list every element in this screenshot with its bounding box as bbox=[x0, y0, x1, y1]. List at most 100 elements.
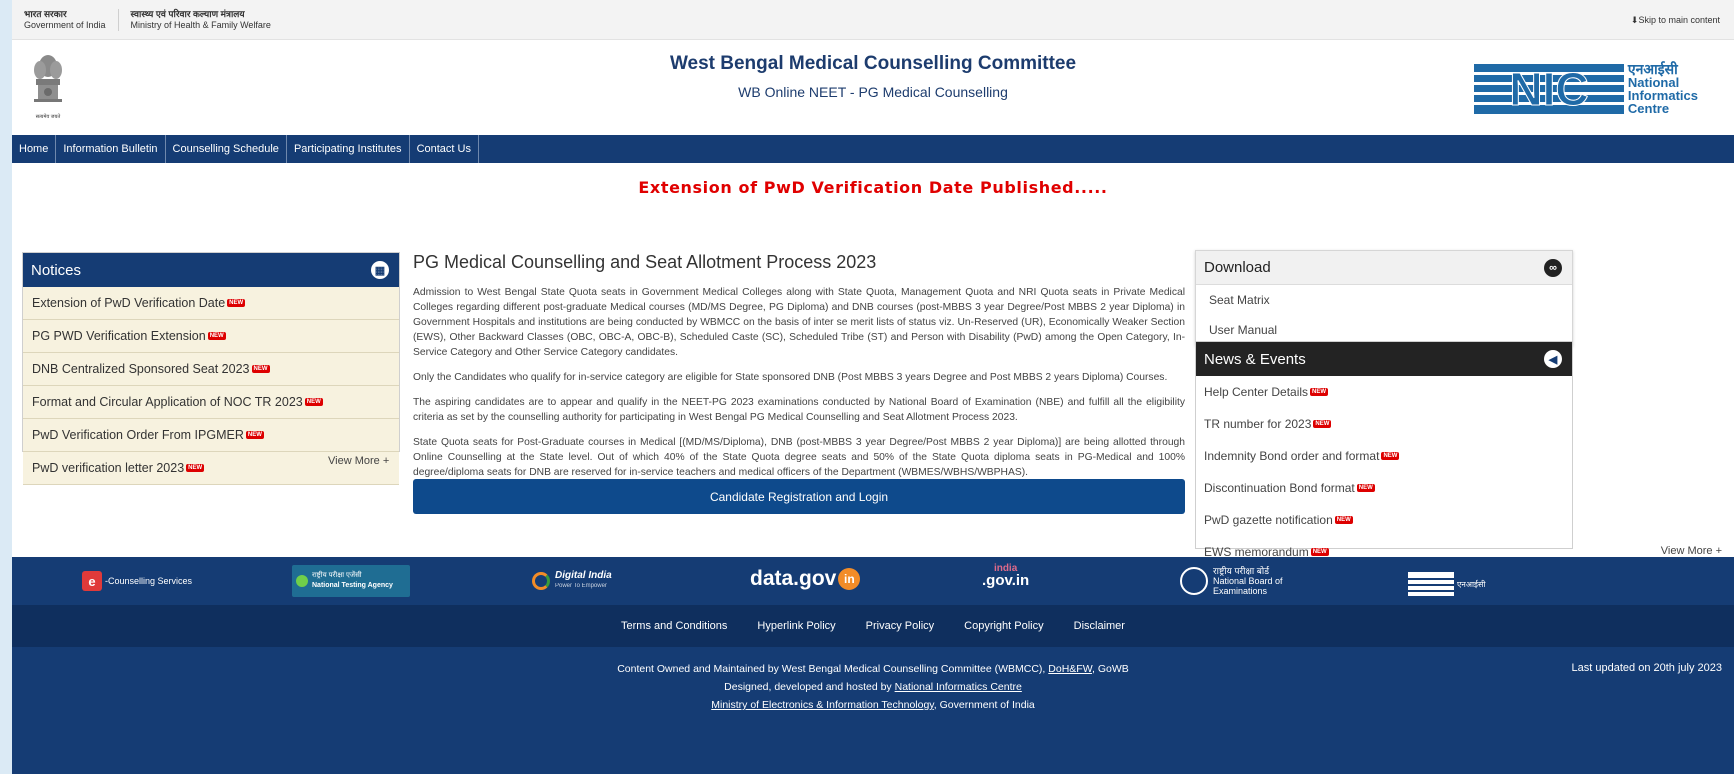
nta-icon bbox=[296, 575, 308, 587]
india-gov-label: .gov.in bbox=[982, 572, 1030, 589]
footer-hyperlink-policy-link[interactable]: Hyperlink Policy bbox=[757, 620, 835, 632]
nic-footer-mark bbox=[1408, 572, 1454, 596]
site-header: सत्यमेव जयते West Bengal Medical Counsel… bbox=[12, 40, 1734, 135]
footer-links: Terms and Conditions Hyperlink Policy Pr… bbox=[12, 605, 1734, 647]
news-item[interactable]: PwD gazette notification NEW bbox=[1196, 504, 1572, 536]
news-label: Indemnity Bond order and format bbox=[1204, 449, 1380, 463]
news-label: Help Center Details bbox=[1204, 385, 1309, 399]
news-label: PwD gazette notification bbox=[1204, 513, 1333, 527]
main-title: PG Medical Counselling and Seat Allotmen… bbox=[413, 252, 877, 272]
main-content: PG Medical Counselling and Seat Allotmen… bbox=[413, 252, 1185, 490]
main-paragraph-2: Only the Candidates who qualify for in-s… bbox=[413, 372, 1168, 383]
nic-logo[interactable]: NIC एनआईसी National Informatics Centre bbox=[1473, 62, 1698, 116]
datagov-logo[interactable]: data.gov in bbox=[750, 563, 861, 595]
credits-text: Content Owned and Maintained by West Ben… bbox=[12, 660, 1734, 714]
news-header: News & Events ◀ bbox=[1196, 342, 1572, 376]
gov-india-link[interactable]: भारत सरकार Government of India bbox=[24, 8, 119, 31]
gov-bar: भारत सरकार Government of India स्वास्थ्य… bbox=[12, 0, 1734, 40]
notices-view-more-link[interactable]: View More + bbox=[328, 455, 389, 467]
ecounselling-icon: e bbox=[82, 571, 102, 591]
news-item[interactable]: TR number for 2023 NEW bbox=[1196, 408, 1572, 440]
notice-label: PwD verification letter 2023 bbox=[32, 461, 185, 475]
footer-disclaimer-link[interactable]: Disclaimer bbox=[1074, 620, 1125, 632]
main-paragraph-1: Admission to West Bengal State Quota sea… bbox=[413, 287, 1185, 358]
new-badge-icon: NEW bbox=[1381, 452, 1400, 460]
new-badge-icon: NEW bbox=[1310, 388, 1329, 396]
new-badge-icon: NEW bbox=[251, 365, 270, 373]
download-seat-matrix-link[interactable]: Seat Matrix bbox=[1196, 285, 1572, 315]
footer-privacy-policy-link[interactable]: Privacy Policy bbox=[866, 620, 934, 632]
nav-counselling-schedule[interactable]: Counselling Schedule bbox=[166, 135, 287, 163]
notices-panel: Notices ▦ Extension of PwD Verification … bbox=[22, 252, 400, 485]
credits-line-2: Designed, developed and hosted by bbox=[724, 681, 892, 693]
nta-logo[interactable]: राष्ट्रीय परीक्षा एजेंसी National Testin… bbox=[292, 565, 410, 597]
news-view-more-link[interactable]: View More + bbox=[1661, 545, 1722, 557]
new-badge-icon: NEW bbox=[245, 431, 264, 439]
candidate-registration-button[interactable]: Candidate Registration and Login bbox=[413, 479, 1185, 514]
announcement-marquee[interactable]: Extension of PwD Verification Date Publi… bbox=[12, 178, 1734, 197]
new-badge-icon: NEW bbox=[1356, 484, 1375, 492]
footer-copyright-policy-link[interactable]: Copyright Policy bbox=[964, 620, 1043, 632]
news-events-panel: News & Events ◀ Help Center Details NEW T… bbox=[1195, 341, 1573, 559]
credits-line-3-end: , Government of India bbox=[933, 699, 1035, 711]
nta-english: National Testing Agency bbox=[312, 582, 393, 589]
ecounselling-label: -Counselling Services bbox=[105, 576, 193, 586]
nic-logo-text: एनआईसी National Informatics Centre bbox=[1627, 62, 1698, 116]
ecounselling-logo[interactable]: e -Counselling Services bbox=[82, 565, 192, 597]
notice-label: PG PWD Verification Extension bbox=[32, 329, 206, 343]
nav-information-bulletin[interactable]: Information Bulletin bbox=[56, 135, 166, 163]
new-badge-icon: NEW bbox=[207, 332, 226, 340]
footer-logo-strip: e -Counselling Services राष्ट्रीय परीक्ष… bbox=[12, 557, 1734, 605]
notices-header: Notices ▦ bbox=[23, 253, 399, 287]
datagov-label: data.gov bbox=[750, 567, 837, 590]
svg-text:NIC: NIC bbox=[1509, 63, 1588, 115]
meity-link[interactable]: Ministry of Electronics & Information Te… bbox=[711, 699, 934, 711]
notice-label: DNB Centralized Sponsored Seat 2023 bbox=[32, 362, 250, 376]
digital-india-logo[interactable]: Digital India Power To Empower bbox=[532, 565, 612, 597]
skip-to-main-link[interactable]: ⬇Skip to main content bbox=[1631, 15, 1720, 26]
notice-item[interactable]: PG PWD Verification Extension NEW bbox=[23, 320, 399, 353]
nav-contact-us[interactable]: Contact Us bbox=[410, 135, 479, 163]
notice-item[interactable]: PwD Verification Order From IPGMER NEW bbox=[23, 419, 399, 452]
main-nav: Home Information Bulletin Counselling Sc… bbox=[12, 135, 1734, 163]
nav-participating-institutes[interactable]: Participating Institutes bbox=[287, 135, 410, 163]
notices-title: Notices bbox=[31, 261, 82, 279]
ministry-english: Ministry of Health & Family Welfare bbox=[130, 19, 271, 30]
footer-terms-link[interactable]: Terms and Conditions bbox=[621, 620, 727, 632]
download-title: Download bbox=[1204, 259, 1271, 276]
news-item[interactable]: Indemnity Bond order and format NEW bbox=[1196, 440, 1572, 472]
digital-india-tagline: Power To Empower bbox=[555, 583, 607, 589]
nta-hindi: राष्ट्रीय परीक्षा एजेंसी bbox=[312, 572, 362, 579]
news-item[interactable]: Help Center Details NEW bbox=[1196, 376, 1572, 408]
news-title: News & Events bbox=[1204, 350, 1306, 368]
nbe-line-1: National Board of bbox=[1213, 576, 1283, 586]
new-badge-icon: NEW bbox=[1310, 548, 1329, 556]
doh-fw-link[interactable]: DoH&FW bbox=[1048, 663, 1092, 675]
notice-item[interactable]: DNB Centralized Sponsored Seat 2023 NEW bbox=[23, 353, 399, 386]
notice-label: Format and Circular Application of NOC T… bbox=[32, 395, 303, 409]
nbe-line-2: Examinations bbox=[1213, 586, 1268, 596]
ministry-link[interactable]: स्वास्थ्य एवं परिवार कल्याण मंत्रालय Min… bbox=[131, 9, 283, 31]
notice-item[interactable]: Extension of PwD Verification Date NEW bbox=[23, 287, 399, 320]
nav-home[interactable]: Home bbox=[12, 135, 57, 163]
nic-line-3: Centre bbox=[1627, 101, 1670, 116]
footer-credits: Content Owned and Maintained by West Ben… bbox=[12, 647, 1734, 774]
nic-logo-mark: NIC bbox=[1473, 63, 1624, 116]
notice-item[interactable]: Format and Circular Application of NOC T… bbox=[23, 386, 399, 419]
new-badge-icon: NEW bbox=[186, 464, 205, 472]
nbe-logo[interactable]: राष्ट्रीय परीक्षा बोर्ड National Board o… bbox=[1180, 565, 1283, 597]
credits-line-1-end: , GoWB bbox=[1092, 663, 1129, 675]
nic-footer-hindi: एनआईसी bbox=[1457, 579, 1486, 589]
news-label: TR number for 2023 bbox=[1204, 417, 1312, 431]
nic-footer-logo[interactable]: एनआईसी bbox=[1408, 568, 1485, 600]
india-gov-logo[interactable]: india .gov.in bbox=[982, 563, 1029, 595]
main-paragraph-4: State Quota seats for Post-Graduate cour… bbox=[413, 437, 1185, 478]
digital-india-label: Digital India bbox=[555, 570, 612, 581]
gov-india-hindi: भारत सरकार bbox=[24, 8, 67, 19]
link-icon: ∞ bbox=[1544, 259, 1562, 277]
nic-link[interactable]: National Informatics Centre bbox=[895, 681, 1022, 693]
nbe-seal-icon bbox=[1180, 567, 1208, 595]
new-badge-icon: NEW bbox=[1313, 420, 1332, 428]
ministry-hindi: स्वास्थ्य एवं परिवार कल्याण मंत्रालय bbox=[130, 8, 245, 19]
news-item[interactable]: Discontinuation Bond format NEW bbox=[1196, 472, 1572, 504]
